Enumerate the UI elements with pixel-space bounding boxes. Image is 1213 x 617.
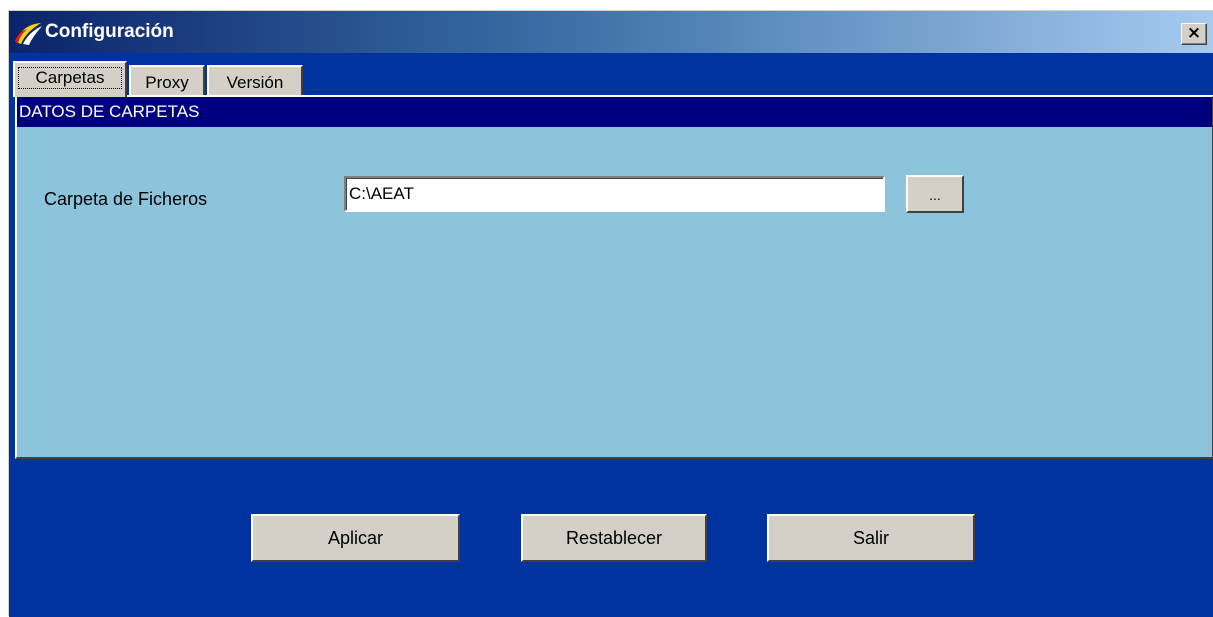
- folder-path-input[interactable]: C:\AEAT: [344, 176, 885, 212]
- dialog-body: Carpetas Proxy Versión DATOS DE CARPETAS…: [9, 53, 1213, 617]
- config-window: Configuración × Carpetas Proxy Versión D…: [8, 10, 1213, 617]
- window-title: Configuración: [45, 21, 174, 42]
- section-header: DATOS DE CARPETAS: [17, 97, 1212, 127]
- tab-label: Carpetas: [18, 67, 122, 89]
- apply-button[interactable]: Aplicar: [251, 514, 460, 562]
- tab-label: Versión: [226, 73, 284, 92]
- title-bar[interactable]: Configuración ×: [9, 11, 1213, 53]
- browse-button[interactable]: ...: [906, 175, 964, 213]
- aeat-logo-icon: [15, 23, 42, 45]
- tab-version[interactable]: Versión: [207, 65, 303, 95]
- tab-proxy[interactable]: Proxy: [129, 65, 205, 95]
- reset-button[interactable]: Restablecer: [521, 514, 707, 562]
- folder-label: Carpeta de Ficheros: [44, 189, 208, 209]
- tab-carpetas[interactable]: Carpetas: [13, 61, 127, 97]
- close-button[interactable]: ×: [1181, 23, 1207, 45]
- close-icon: ×: [1186, 23, 1202, 43]
- tab-label: Proxy: [145, 73, 189, 92]
- exit-button[interactable]: Salir: [767, 514, 975, 562]
- folders-panel: DATOS DE CARPETAS Carpeta de Ficheros C:…: [15, 95, 1213, 459]
